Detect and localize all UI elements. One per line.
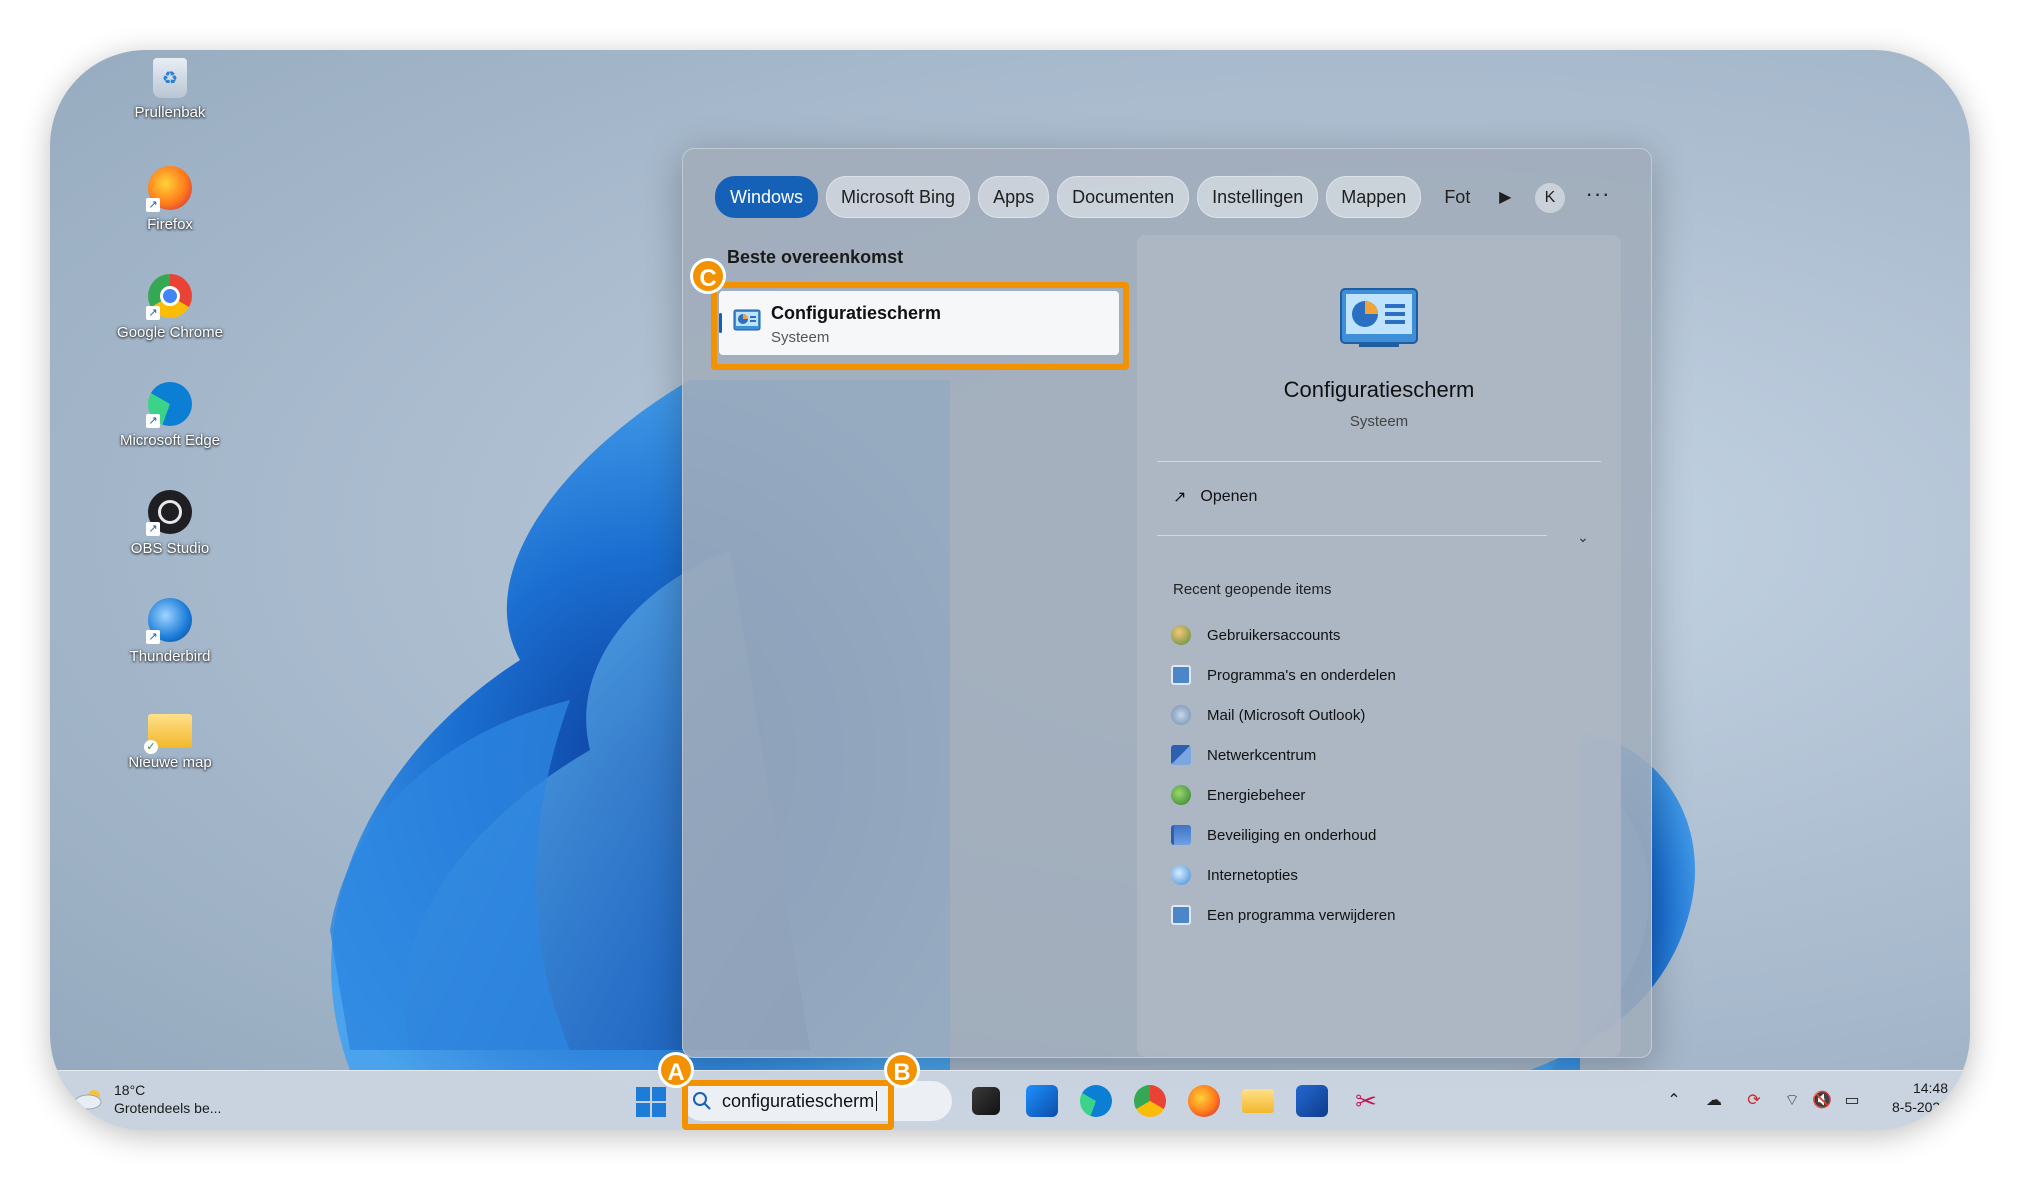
clock-date: 8-5-2025 (1891, 1099, 1948, 1115)
result-detail-pane: Configuratiescherm Systeem ↗ Openen ⌄ Re… (1137, 235, 1621, 1057)
onedrive-icon[interactable]: ☁ (1702, 1089, 1726, 1113)
desktop-icon-recycle-bin[interactable]: ♻ Prullenbak (110, 58, 230, 122)
desktop-icon-label: Google Chrome (117, 324, 223, 341)
start-button[interactable] (636, 1087, 666, 1117)
tab-apps[interactable]: Apps (978, 176, 1050, 218)
battery-icon[interactable]: ▭ (1840, 1089, 1864, 1113)
highlight-best-match (711, 282, 1129, 370)
outlook-icon[interactable] (1026, 1085, 1058, 1117)
edge-taskbar-icon[interactable] (1080, 1085, 1112, 1117)
task-view-icon[interactable] (972, 1087, 1000, 1115)
search-scope-tabs: Windows Microsoft Bing Apps Documenten I… (715, 176, 1517, 218)
recent-item-power[interactable]: Energiebeheer (1171, 775, 1396, 815)
mail-icon (1171, 705, 1191, 725)
edge-icon: ↗ (146, 382, 192, 428)
desktop-icon-obs[interactable]: ↗ OBS Studio (110, 490, 230, 558)
best-match-heading: Beste overeenkomst (727, 247, 904, 267)
power-options-icon (1171, 785, 1191, 805)
wifi-icon[interactable]: ⌔ (1780, 1089, 1804, 1113)
recent-item-network[interactable]: Netwerkcentrum (1171, 735, 1396, 775)
thunderbird-icon: ↗ (146, 598, 192, 644)
desktop-icon-new-folder[interactable]: ✓ Nieuwe map (110, 706, 230, 772)
chevron-down-icon[interactable]: ⌄ (1573, 527, 1593, 547)
open-label: Openen (1200, 488, 1258, 505)
snipping-tool-icon[interactable]: ✂ (1350, 1085, 1382, 1117)
open-action[interactable]: ↗ Openen (1173, 487, 1257, 507)
recent-item-label: Energiebeheer (1207, 786, 1306, 804)
recent-item-security[interactable]: Beveiliging en onderhoud (1171, 815, 1396, 855)
recent-item-user-accounts[interactable]: Gebruikersaccounts (1171, 615, 1396, 655)
chrome-icon: ↗ (146, 274, 192, 320)
sync-icon[interactable]: ⟳ (1742, 1089, 1766, 1113)
weather-widget[interactable]: 18°C Grotendeels be... (74, 1081, 221, 1117)
desktop-icon-firefox[interactable]: ↗ Firefox (110, 166, 230, 234)
uninstall-program-icon (1171, 905, 1191, 925)
cloud-icon (74, 1090, 102, 1110)
flag-icon (1171, 825, 1191, 845)
taskbar: 18°C Grotendeels be... configuratiescher… (50, 1070, 1970, 1130)
desktop-icon-label: Nieuwe map (128, 754, 212, 771)
globe-icon (1171, 865, 1191, 885)
weather-description: Grotendeels be... (114, 1100, 222, 1116)
file-explorer-icon[interactable] (1242, 1089, 1274, 1113)
divider (1157, 461, 1601, 462)
chrome-taskbar-icon[interactable] (1134, 1085, 1166, 1117)
clock[interactable]: 14:48 8-5-2025 (1878, 1079, 1948, 1117)
desktop-icon-edge[interactable]: ↗ Microsoft Edge (110, 382, 230, 450)
tab-mappen[interactable]: Mappen (1326, 176, 1422, 218)
recent-item-programs[interactable]: Programma's en onderdelen (1171, 655, 1396, 695)
firefox-taskbar-icon[interactable] (1188, 1085, 1220, 1117)
desktop-icon-label: Thunderbird (129, 648, 211, 665)
desktop-icon-label: Prullenbak (134, 104, 206, 121)
clock-time: 14:48 (1912, 1080, 1948, 1096)
tab-microsoft-bing[interactable]: Microsoft Bing (826, 176, 971, 218)
tab-windows[interactable]: Windows (715, 176, 819, 218)
recent-item-label: Internetopties (1207, 866, 1298, 884)
desktop-icon-label: Microsoft Edge (119, 432, 221, 449)
firefox-icon: ↗ (146, 166, 192, 212)
tab-documenten[interactable]: Documenten (1057, 176, 1190, 218)
open-external-icon: ↗ (1173, 489, 1187, 506)
obs-studio-icon: ↗ (146, 490, 192, 536)
folder-icon: ✓ (144, 714, 192, 754)
control-panel-large-icon (1340, 288, 1418, 347)
desktop-icon-label: Firefox (147, 216, 193, 233)
user-accounts-icon (1171, 625, 1191, 645)
recycle-bin-icon: ♻ (153, 58, 187, 98)
highlight-search-box (682, 1080, 894, 1130)
weather-temperature: 18°C (114, 1082, 146, 1098)
detail-title: Configuratiescherm (1283, 377, 1475, 402)
tab-fotos[interactable]: Fot (1429, 176, 1485, 218)
recent-items-heading: Recent geopende items (1173, 581, 1332, 598)
desktop-icon-chrome[interactable]: ↗ Google Chrome (110, 274, 230, 342)
recent-item-label: Programma's en onderdelen (1207, 666, 1396, 684)
recent-item-internet-options[interactable]: Internetopties (1171, 855, 1396, 895)
recent-item-label: Netwerkcentrum (1207, 746, 1317, 764)
recent-item-label: Beveiliging en onderhoud (1207, 826, 1377, 844)
recent-item-mail[interactable]: Mail (Microsoft Outlook) (1171, 695, 1396, 735)
account-avatar[interactable]: K (1535, 183, 1565, 213)
desktop-icon-thunderbird[interactable]: ↗ Thunderbird (110, 598, 230, 666)
desktop: ♻ Prullenbak ↗ Firefox ↗ Google Chrome ↗… (50, 50, 1970, 1130)
recent-items-list: Gebruikersaccounts Programma's en onderd… (1171, 615, 1396, 935)
recent-item-uninstall[interactable]: Een programma verwijderen (1171, 895, 1396, 935)
recent-item-label: Gebruikersaccounts (1207, 626, 1341, 644)
recent-item-label: Mail (Microsoft Outlook) (1207, 706, 1366, 724)
chevron-up-icon[interactable]: ⌃ (1662, 1089, 1686, 1113)
marker-a: A (658, 1052, 694, 1088)
desktop-icon-label: OBS Studio (130, 540, 210, 557)
tab-instellingen[interactable]: Instellingen (1197, 176, 1319, 218)
detail-subtitle: Systeem (1349, 413, 1409, 430)
speaker-muted-icon[interactable]: 🔇 (1810, 1089, 1834, 1113)
programs-features-icon (1171, 665, 1191, 685)
recent-item-label: Een programma verwijderen (1207, 906, 1396, 924)
store-icon[interactable] (1296, 1085, 1328, 1117)
more-options-icon[interactable]: ··· (1583, 183, 1613, 213)
network-icon (1171, 745, 1191, 765)
marker-b: B (884, 1052, 920, 1088)
divider (1157, 535, 1547, 536)
marker-c: C (690, 258, 726, 294)
play-icon[interactable]: ▶ (1493, 177, 1517, 217)
